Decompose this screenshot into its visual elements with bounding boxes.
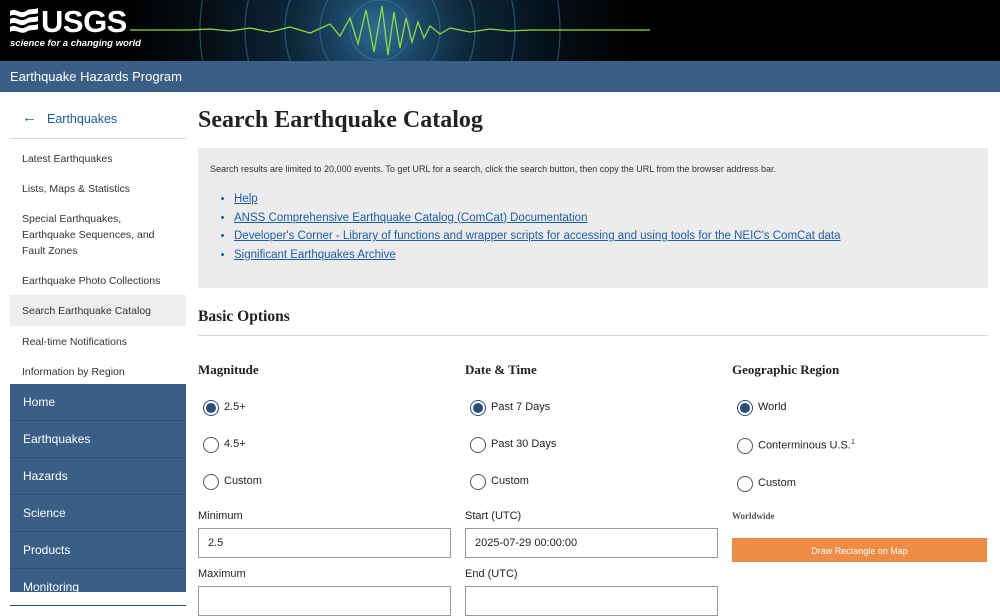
notice-box: Search results are limited to 20,000 eve… bbox=[198, 148, 988, 288]
datetime-heading: Date & Time bbox=[465, 362, 537, 377]
nav-products-label: Products bbox=[23, 543, 71, 557]
maximum-magnitude-input[interactable] bbox=[199, 587, 438, 615]
radio-label: Conterminous U.S.1 bbox=[758, 439, 855, 452]
sidebar-item-search-catalog[interactable]: Search Earthquake Catalog bbox=[10, 295, 186, 326]
radio-label: Custom bbox=[758, 477, 796, 489]
minimum-magnitude-field[interactable] bbox=[198, 528, 451, 558]
radio-unselected[interactable] bbox=[203, 474, 219, 490]
radio-label: World bbox=[758, 401, 787, 413]
radio-unselected[interactable] bbox=[737, 438, 753, 454]
maximum-magnitude-field[interactable] bbox=[198, 586, 451, 616]
end-time-field[interactable] bbox=[465, 586, 718, 616]
sidebar: ← Earthquakes Latest Earthquakes Lists, … bbox=[10, 104, 186, 386]
program-name-link[interactable]: Earthquake Hazards Program bbox=[10, 69, 182, 84]
back-arrow-icon: ← bbox=[22, 109, 37, 126]
back-to-earthquakes-link[interactable]: ← Earthquakes bbox=[10, 104, 186, 139]
sidebar-menu: Latest Earthquakes Lists, Maps & Statist… bbox=[10, 143, 186, 386]
nav-home[interactable]: Home bbox=[10, 384, 186, 421]
magnitude-heading: Magnitude bbox=[198, 362, 259, 377]
sidebar-item-latest-earthquakes[interactable]: Latest Earthquakes bbox=[10, 143, 186, 173]
page-title: Search Earthquake Catalog bbox=[198, 107, 483, 133]
basic-options-heading: Basic Options bbox=[198, 308, 290, 325]
nav-hazards-label: Hazards bbox=[23, 469, 68, 483]
region-heading: Geographic Region bbox=[732, 362, 840, 377]
nav-products[interactable]: Products bbox=[10, 532, 186, 569]
developers-corner-link[interactable]: Developer's Corner - Library of function… bbox=[234, 227, 841, 246]
radio-label: 4.5+ bbox=[224, 438, 246, 450]
radio-label: 2.5+ bbox=[224, 401, 246, 413]
nav-earthquakes[interactable]: Earthquakes bbox=[10, 421, 186, 458]
nav-home-label: Home bbox=[23, 395, 56, 409]
radio-selected[interactable] bbox=[470, 400, 486, 416]
sidebar-item-realtime-notifications[interactable]: Real-time Notifications bbox=[10, 326, 186, 356]
minimum-magnitude-label: Minimum bbox=[198, 510, 243, 522]
footnote-marker[interactable]: 1 bbox=[851, 439, 855, 446]
radio-label: Custom bbox=[224, 475, 262, 487]
current-region-label: Worldwide bbox=[732, 511, 775, 521]
comcat-documentation-link[interactable]: ANSS Comprehensive Earthquake Catalog (C… bbox=[234, 209, 841, 228]
radio-label: Past 30 Days bbox=[491, 438, 557, 450]
usgs-banner: USGS science for a changing world bbox=[0, 0, 1000, 61]
nav-earthquakes-label: Earthquakes bbox=[23, 432, 91, 446]
maximum-magnitude-label: Maximum bbox=[198, 568, 246, 580]
start-time-field[interactable] bbox=[465, 528, 718, 558]
radio-label: Custom bbox=[491, 475, 529, 487]
nav-science-label: Science bbox=[23, 506, 66, 520]
start-time-input[interactable] bbox=[466, 529, 705, 557]
nav-monitoring[interactable]: Monitoring bbox=[10, 569, 186, 606]
conus-label-text: Conterminous U.S. bbox=[758, 439, 851, 452]
start-time-label: Start (UTC) bbox=[465, 510, 522, 522]
minimum-magnitude-input[interactable] bbox=[199, 529, 438, 557]
help-link[interactable]: Help bbox=[234, 190, 841, 209]
radio-label: Past 7 Days bbox=[491, 401, 551, 413]
sidebar-item-special-earthquakes[interactable]: Special Earthquakes, Earthquake Sequence… bbox=[10, 203, 186, 265]
radio-unselected[interactable] bbox=[203, 437, 219, 453]
program-bar: Earthquake Hazards Program bbox=[0, 61, 1000, 92]
help-links-list: Help ANSS Comprehensive Earthquake Catal… bbox=[218, 190, 841, 264]
seismogram-banner-image bbox=[130, 0, 650, 61]
back-link-label: Earthquakes bbox=[47, 112, 118, 126]
end-time-label: End (UTC) bbox=[465, 568, 518, 580]
sidebar-item-photo-collections[interactable]: Earthquake Photo Collections bbox=[10, 265, 186, 295]
radio-unselected[interactable] bbox=[470, 474, 486, 490]
site-navigation: Home Earthquakes Hazards Science Product… bbox=[10, 384, 186, 606]
logo-text: USGS bbox=[41, 4, 127, 39]
draw-rectangle-button[interactable]: Draw Rectangle on Map bbox=[732, 538, 987, 562]
end-time-input[interactable] bbox=[466, 587, 705, 615]
significant-earthquakes-archive-link[interactable]: Significant Earthquakes Archive bbox=[234, 246, 841, 265]
sidebar-item-lists-maps-statistics[interactable]: Lists, Maps & Statistics bbox=[10, 173, 186, 203]
logo-tagline: science for a changing world bbox=[10, 38, 141, 49]
usgs-logo[interactable]: USGS science for a changing world bbox=[10, 4, 141, 52]
usgs-wave-logo-icon bbox=[10, 8, 38, 33]
nav-hazards[interactable]: Hazards bbox=[10, 458, 186, 495]
sidebar-item-information-by-region[interactable]: Information by Region bbox=[10, 356, 186, 386]
notice-text: Search results are limited to 20,000 eve… bbox=[210, 164, 776, 174]
radio-unselected[interactable] bbox=[737, 476, 753, 492]
nav-science[interactable]: Science bbox=[10, 495, 186, 532]
section-divider bbox=[198, 335, 988, 336]
radio-unselected[interactable] bbox=[470, 437, 486, 453]
radio-selected[interactable] bbox=[737, 400, 753, 416]
radio-selected[interactable] bbox=[203, 400, 219, 416]
